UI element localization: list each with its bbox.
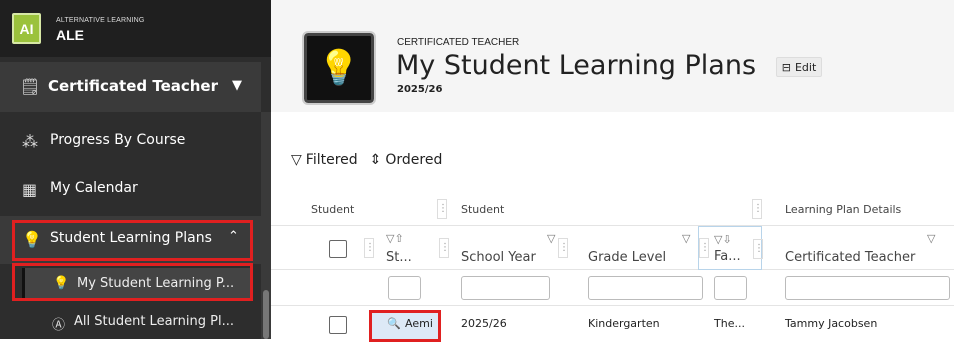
sidebar-item-label: Progress By Course [50, 132, 186, 148]
sidebar: AI ALTERNATIVE LEARNING ALE 🗒 Certificat… [0, 0, 271, 339]
filter-icon: ▽ [291, 152, 302, 168]
column-header-grade-level[interactable]: ▽ Grade Level ⋮ [588, 226, 710, 270]
filtered-toggle[interactable]: ▽ Filtered [291, 152, 358, 168]
main-content: 💡 CERTIFICATED TEACHER My Student Learni… [271, 0, 954, 342]
filter-sort-icon: ▽⇧ [386, 232, 404, 245]
group-header: Student [311, 203, 355, 216]
highlight-box [12, 220, 253, 261]
highlight-box [12, 263, 253, 301]
sidebar-item-label: My Calendar [50, 180, 138, 196]
sort-icon: ⇕ [369, 152, 382, 168]
sidebar-item-my-calendar[interactable]: ▦ My Calendar [0, 166, 261, 214]
grade-level-cell: Kindergarten [588, 317, 660, 330]
page-title: My Student Learning Plans [396, 50, 757, 81]
ordered-toggle[interactable]: ⇕ Ordered [370, 152, 443, 168]
column-header-student[interactable]: ▽⇧ St... ⋮ [376, 226, 450, 270]
teacher-cell: Tammy Jacobsen [785, 317, 878, 330]
select-all-column: ⋮ [271, 226, 375, 270]
school-year-filter-input[interactable] [461, 276, 550, 300]
sidebar-subitem-all-student-learning-plans[interactable]: Ⓐ All Student Learning Pl... [12, 306, 252, 338]
sidebar-scroll-thumb[interactable] [263, 290, 269, 339]
column-header-family[interactable]: ▽⇩ Fa... ⋮ [698, 226, 764, 270]
column-label: School Year [461, 250, 536, 265]
school-year-cell: 2025/26 [461, 317, 507, 330]
chevron-down-icon: ▼ [232, 78, 242, 93]
row-checkbox[interactable] [329, 316, 347, 334]
lightbulb-book-icon: 💡 [302, 31, 376, 105]
column-resize-handle[interactable]: ⋮ [439, 238, 450, 258]
role-label: Certificated Teacher [48, 77, 219, 95]
column-resize-handle[interactable]: ⋮ [753, 239, 764, 259]
brand-name: ALE [56, 27, 84, 43]
list-toolbar: ▽ Filtered ⇕ Ordered [291, 152, 442, 168]
column-label: Fa... [714, 249, 741, 264]
column-resize-handle[interactable]: ⋮ [558, 238, 569, 258]
edit-button[interactable]: ⊟ Edit [776, 57, 822, 77]
filter-icon: ▽ [927, 232, 936, 245]
highlight-box [369, 310, 441, 342]
column-resize-handle[interactable]: ⋮ [752, 199, 763, 219]
edit-label: Edit [794, 60, 817, 74]
column-label: Certificated Teacher [785, 250, 916, 265]
filter-sort-icon: ▽⇩ [714, 233, 732, 246]
page-subtitle: CERTIFICATED TEACHER [397, 37, 520, 48]
column-filter-row [271, 270, 954, 306]
logo: AI [12, 13, 41, 44]
brand-subtitle: ALTERNATIVE LEARNING [56, 17, 145, 24]
edit-icon: ⊟ [781, 60, 791, 74]
column-label: St... [386, 250, 412, 265]
role-selector[interactable]: 🗒 Certificated Teacher ▼ [0, 62, 261, 112]
column-group-row: Student ⋮ Student ⋮ Learning Plan Detail… [271, 192, 954, 226]
family-cell: The... [714, 317, 745, 330]
filter-icon: ▽ [682, 232, 691, 245]
page-header: 💡 CERTIFICATED TEACHER My Student Learni… [271, 0, 954, 112]
filtered-label: Filtered [305, 152, 358, 168]
calendar-icon: ▦ [22, 180, 38, 199]
filter-icon: ▽ [547, 232, 556, 245]
student-filter-input[interactable] [388, 276, 421, 300]
school-year-label: 2025/26 [397, 84, 443, 95]
family-filter-input[interactable] [714, 276, 747, 300]
sidebar-item-progress-by-course[interactable]: ⁂ Progress By Course [0, 118, 261, 166]
group-header: Learning Plan Details [785, 203, 902, 216]
column-header-certificated-teacher[interactable]: ▽ Certificated Teacher [785, 226, 945, 270]
grade-level-filter-input[interactable] [588, 276, 703, 300]
table-row[interactable]: 🔍 Aemi 2025/26 Kindergarten The... Tammy… [271, 306, 954, 342]
teacher-filter-input[interactable] [785, 276, 950, 300]
select-all-checkbox[interactable] [329, 240, 347, 258]
hierarchy-icon: ⁂ [22, 132, 38, 151]
ordered-label: Ordered [385, 152, 443, 168]
column-label: Grade Level [588, 250, 667, 265]
column-header-school-year[interactable]: ▽ School Year ⋮ [461, 226, 569, 270]
group-header: Student [461, 203, 505, 216]
all-icon: Ⓐ [52, 318, 66, 333]
teacher-icon: 🗒 [20, 77, 41, 96]
sidebar-subitem-label: All Student Learning Pl... [74, 314, 234, 329]
column-header-row: ⋮ ▽⇧ St... ⋮ ▽ School Year ⋮ ▽ Grade Lev… [271, 226, 954, 270]
column-resize-handle[interactable]: ⋮ [364, 238, 375, 258]
column-resize-handle[interactable]: ⋮ [437, 199, 448, 219]
brand-area: AI ALTERNATIVE LEARNING ALE [0, 0, 271, 57]
